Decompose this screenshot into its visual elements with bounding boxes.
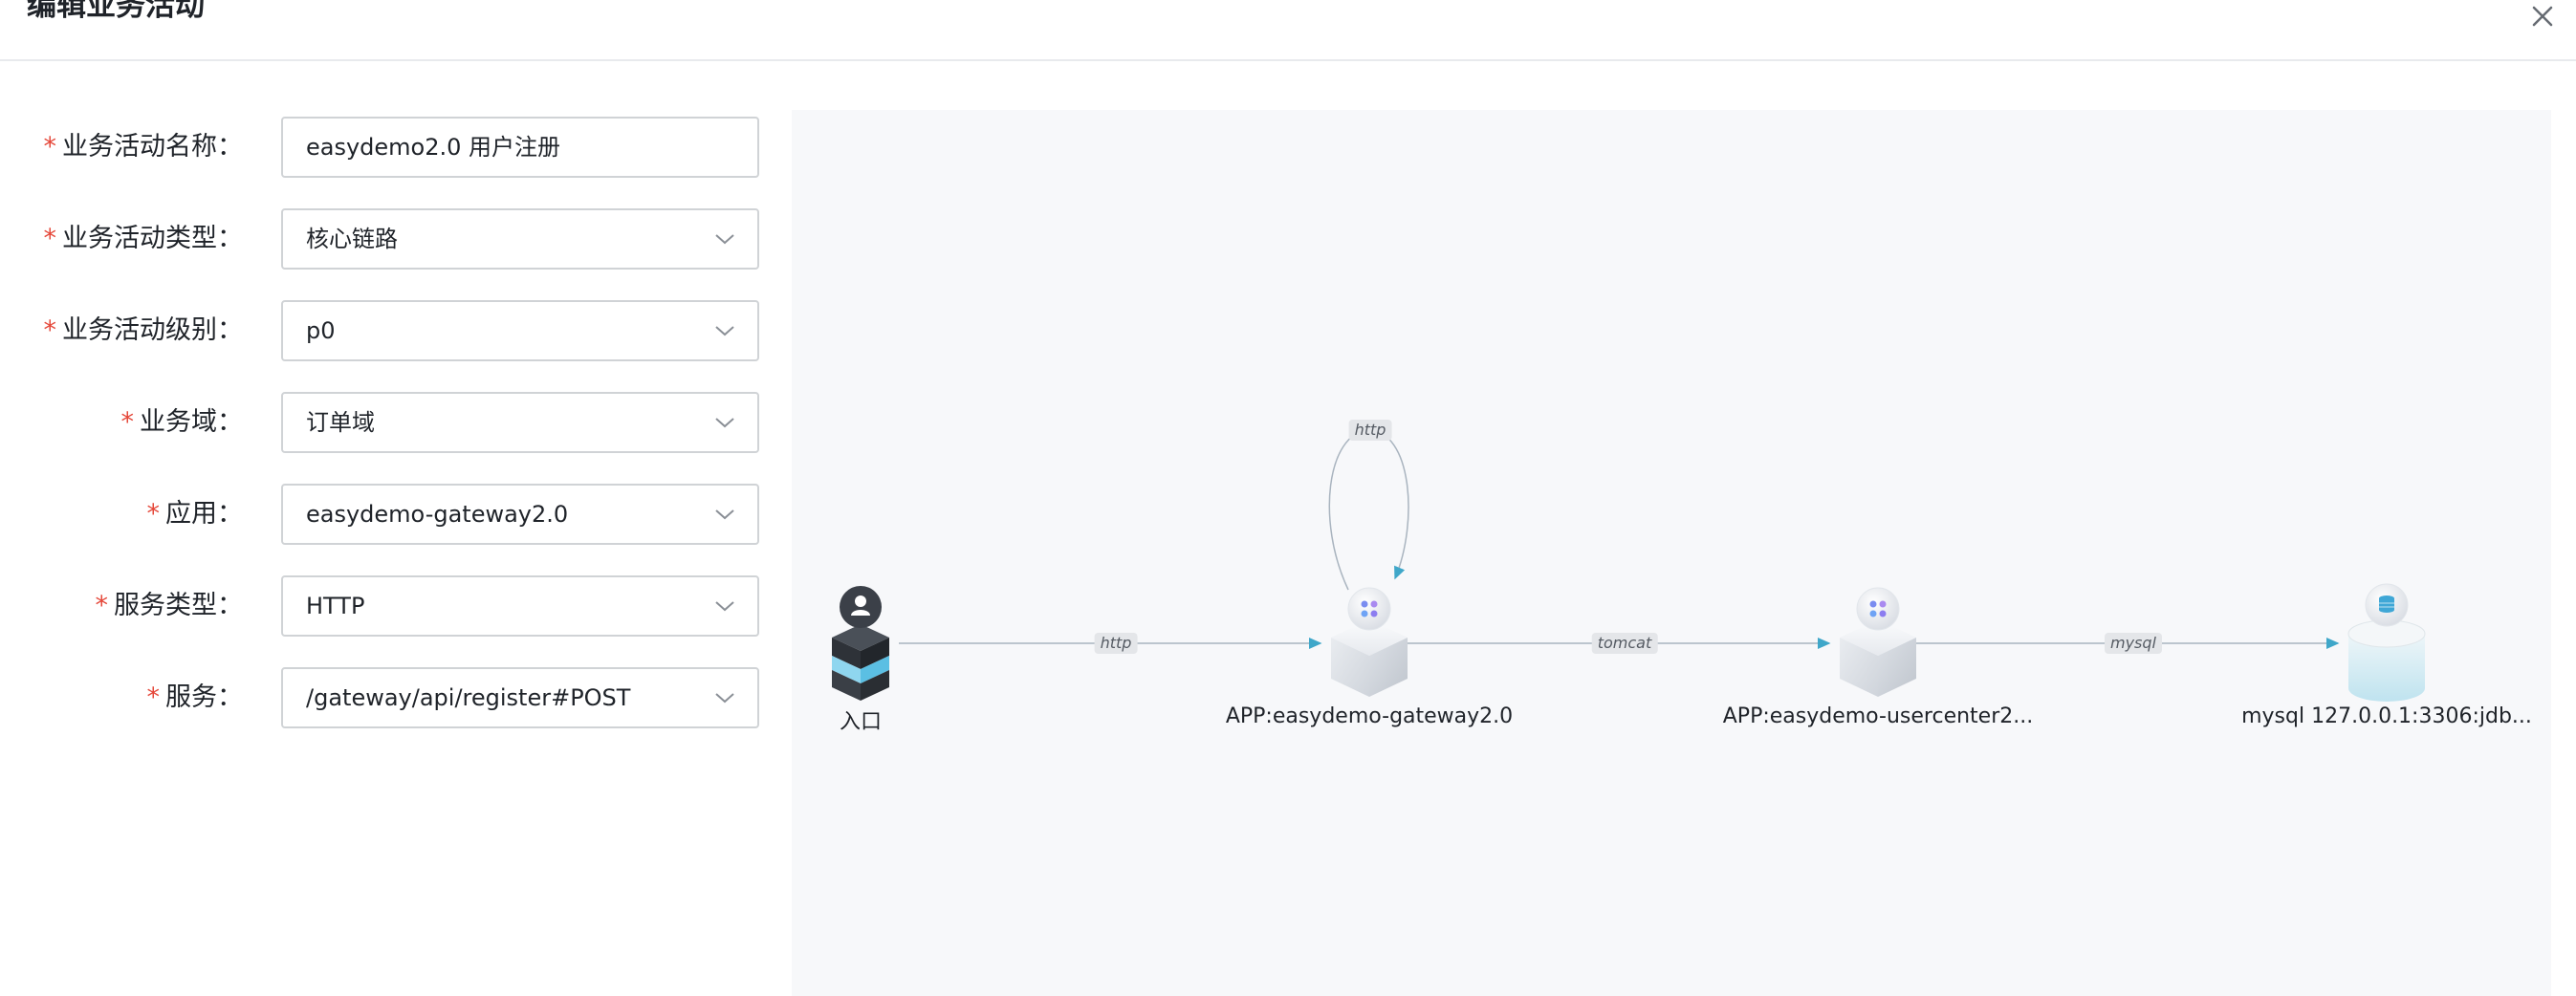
node-label-entry: 入口: [839, 710, 883, 734]
usercenter-node[interactable]: [1840, 587, 1916, 697]
business-domain-value: 订单域: [306, 409, 375, 436]
activity-name-input[interactable]: easydemo2.0 用户注册: [281, 117, 759, 178]
application-value: easydemo-gateway2.0: [306, 501, 569, 528]
activity-type-label: * 业务活动类型：: [43, 224, 244, 253]
required-mark: *: [146, 682, 161, 712]
edge-gateway-self: [1328, 429, 1409, 591]
activity-type-select[interactable]: 核心链路: [281, 208, 759, 270]
chevron-down-icon: [715, 601, 734, 612]
required-mark: *: [43, 132, 57, 162]
node-label-usercenter: APP:easydemo-usercenter2...: [1722, 704, 2034, 728]
service-type-select[interactable]: HTTP: [281, 575, 759, 637]
business-domain-label: * 业务域：: [120, 407, 244, 437]
activity-level-value: p0: [306, 317, 336, 344]
service-label: * 服务：: [146, 682, 244, 712]
required-mark: *: [95, 591, 109, 620]
gateway-node[interactable]: [1331, 587, 1408, 697]
edge-label-usercenter-mysql: mysql: [2105, 633, 2162, 654]
dialog-header: 编辑业务活动: [0, 0, 2576, 61]
activity-name-value: easydemo2.0 用户注册: [306, 134, 561, 161]
required-mark: *: [43, 224, 57, 253]
entry-node[interactable]: [832, 586, 889, 701]
activity-level-select[interactable]: p0: [281, 300, 759, 361]
service-type-label: * 服务类型：: [95, 591, 244, 620]
activity-name-label: * 业务活动名称：: [43, 132, 244, 162]
database-icon: [2379, 595, 2394, 613]
topology-canvas[interactable]: http http tomcat mysql 入口 APP:easydemo-g…: [792, 110, 2551, 996]
activity-type-value: 核心链路: [306, 226, 398, 252]
service-value: /gateway/api/register#POST: [306, 684, 631, 711]
chevron-down-icon: [715, 693, 734, 704]
form-row-activity-level: * 业务活动级别： p0: [0, 300, 765, 361]
service-type-value: HTTP: [306, 593, 365, 619]
form-row-activity-type: * 业务活动类型： 核心链路: [0, 208, 765, 270]
form-row-business-domain: * 业务域： 订单域: [0, 392, 765, 453]
dialog-title: 编辑业务活动: [27, 0, 205, 23]
edge-label-gateway-self: http: [1348, 420, 1392, 441]
edge-label-gateway-usercenter: tomcat: [1591, 633, 1658, 654]
mysql-node[interactable]: [2347, 583, 2426, 702]
required-mark: *: [146, 499, 161, 529]
application-select[interactable]: easydemo-gateway2.0: [281, 484, 759, 545]
business-domain-select[interactable]: 订单域: [281, 392, 759, 453]
form-row-service: * 服务： /gateway/api/register#POST: [0, 667, 765, 728]
chevron-down-icon: [715, 509, 734, 520]
chevron-down-icon: [715, 234, 734, 245]
edge-label-entry-gateway: http: [1094, 633, 1138, 654]
form-row-application: * 应用： easydemo-gateway2.0: [0, 484, 765, 545]
node-label-gateway: APP:easydemo-gateway2.0: [1225, 704, 1514, 728]
chevron-down-icon: [715, 418, 734, 428]
node-label-mysql: mysql 127.0.0.1:3306:jdb...: [2241, 704, 2532, 728]
form-row-service-type: * 服务类型： HTTP: [0, 575, 765, 637]
service-select[interactable]: /gateway/api/register#POST: [281, 667, 759, 728]
application-label: * 应用：: [146, 499, 244, 529]
form-row-activity-name: * 业务活动名称： easydemo2.0 用户注册: [0, 117, 765, 178]
close-icon[interactable]: [2526, 0, 2559, 32]
required-mark: *: [43, 315, 57, 345]
chevron-down-icon: [715, 326, 734, 336]
required-mark: *: [120, 407, 135, 437]
topology-graph: [832, 429, 2426, 702]
activity-level-label: * 业务活动级别：: [43, 315, 244, 345]
